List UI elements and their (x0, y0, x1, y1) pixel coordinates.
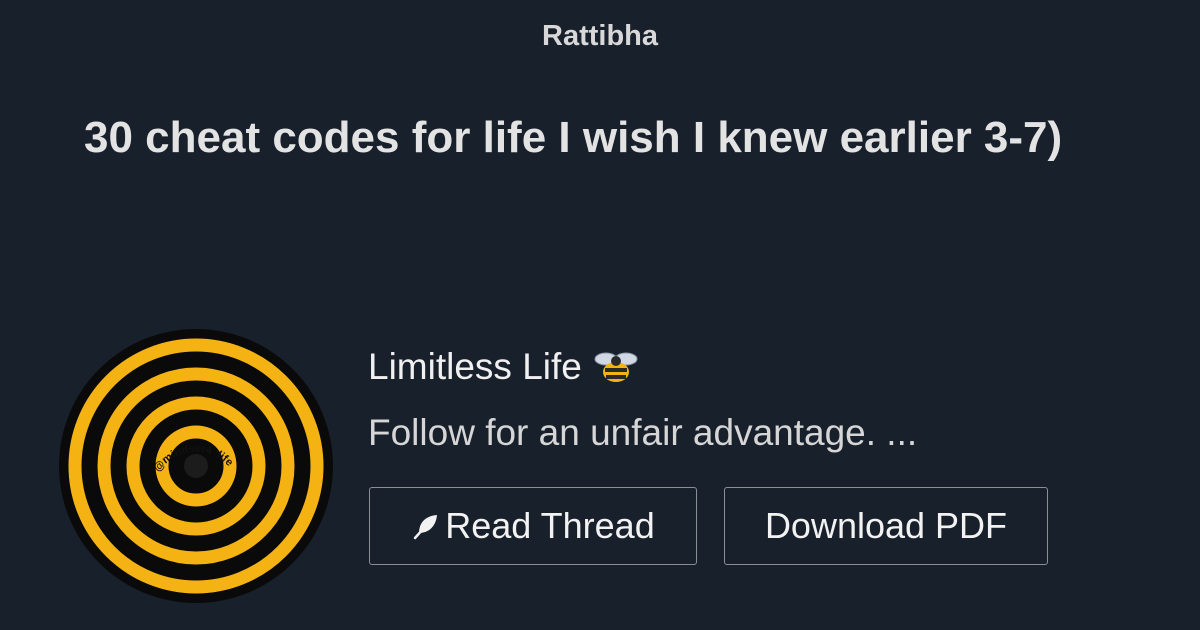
feather-icon (414, 515, 438, 540)
download-pdf-button[interactable]: Download PDF (724, 487, 1048, 565)
avatar: @mindset4_life (58, 328, 334, 604)
read-thread-button[interactable]: Read Thread (369, 487, 697, 565)
download-pdf-label: Download PDF (764, 505, 1008, 546)
bee-icon (594, 352, 638, 382)
author-name-row[interactable]: Limitless Life (368, 346, 638, 388)
read-thread-label: Read Thread (445, 505, 655, 546)
site-brand[interactable]: Rattibha (0, 20, 1200, 53)
thread-title: 30 cheat codes for life I wish I knew ea… (84, 113, 1063, 162)
author-bio: Follow for an unfair advantage. ... (368, 412, 918, 453)
author-name[interactable]: Limitless Life (368, 346, 582, 388)
avatar-image: @mindset4_life (59, 329, 333, 603)
